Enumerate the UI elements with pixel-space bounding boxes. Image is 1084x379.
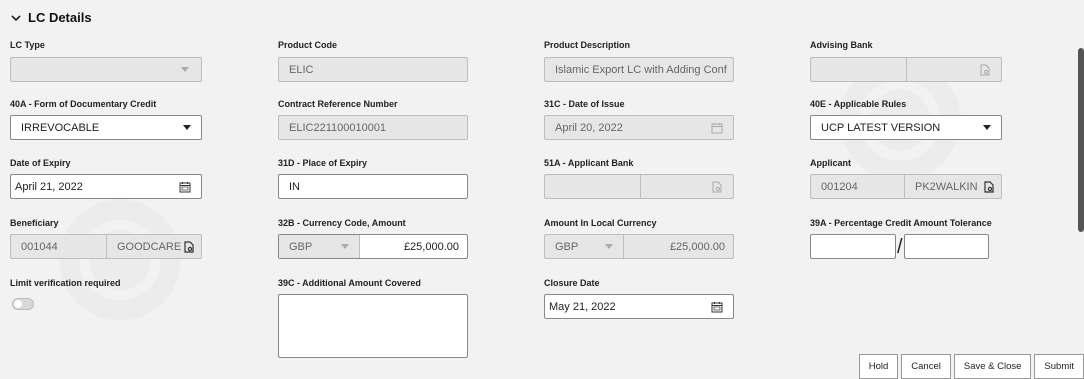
date-of-issue-field: April 20, 2022 (544, 115, 734, 140)
applicant-label: Applicant (810, 158, 852, 168)
closure-date-label: Closure Date (544, 278, 600, 288)
currency-amount-field[interactable]: GBP £25,000.00 (278, 234, 468, 259)
currency-value: GBP (289, 240, 313, 253)
applicant-name: PK2WALKIN (905, 175, 1001, 198)
place-of-expiry-label: 31D - Place of Expiry (278, 158, 368, 168)
action-bar: Hold Cancel Save & Close Submit (856, 354, 1084, 379)
product-description-value: Islamic Export LC with Adding Conf (555, 63, 727, 76)
date-of-expiry-value: April 21, 2022 (15, 180, 83, 193)
chevron-down-icon (181, 67, 189, 72)
lookup-icon[interactable] (979, 64, 991, 76)
scrollbar[interactable] (1078, 48, 1084, 232)
applicant-id-value: 001204 (821, 180, 858, 193)
calendar-icon (711, 122, 723, 133)
section-title: LC Details (28, 10, 92, 25)
contract-ref-field: ELIC221100010001 (278, 115, 468, 140)
chevron-down-icon (341, 244, 349, 249)
currency-select[interactable]: GBP (279, 235, 359, 258)
tolerance-separator: / (897, 236, 903, 258)
beneficiary-id-value: 001044 (21, 240, 58, 253)
place-of-expiry-value: IN (289, 180, 300, 193)
currency-amount-label: 32B - Currency Code, Amount (278, 218, 406, 228)
advising-bank-label: Advising Bank (810, 40, 873, 50)
lookup-icon[interactable] (983, 180, 995, 193)
beneficiary-name-value: GOODCARE (117, 240, 182, 253)
local-amount-value-box: £25,000.00 (624, 235, 733, 258)
amount-value: £25,000.00 (403, 240, 459, 253)
lookup-icon[interactable] (183, 240, 195, 253)
applicant-field: 001204 PK2WALKIN (810, 174, 1002, 199)
product-code-label: Product Code (278, 40, 338, 50)
applicable-rules-value: UCP LATEST VERSION (821, 121, 941, 134)
product-description-field: Islamic Export LC with Adding Conf (544, 57, 734, 82)
additional-amount-textarea[interactable] (278, 294, 468, 358)
product-description-label: Product Description (544, 40, 631, 50)
local-amount-label: Amount In Local Currency (544, 218, 657, 228)
product-code-field: ELIC (278, 57, 468, 82)
applicant-bank-field (544, 174, 734, 199)
applicant-bank-label: 51A - Applicant Bank (544, 158, 634, 168)
closure-date-value: May 21, 2022 (549, 300, 616, 313)
tolerance-label: 39A - Percentage Credit Amount Tolerance (810, 218, 992, 228)
submit-button[interactable]: Submit (1034, 354, 1084, 379)
beneficiary-field: 001044 GOODCARE (10, 234, 202, 259)
limit-verification-label: Limit verification required (10, 278, 121, 288)
tolerance-plus-input[interactable] (810, 234, 896, 259)
applicant-bank-id (545, 175, 640, 198)
advising-bank-field (810, 57, 1002, 82)
lc-type-select[interactable] (10, 57, 202, 82)
applicant-id: 001204 (811, 175, 904, 198)
chevron-down-icon (11, 14, 21, 21)
form-of-credit-label: 40A - Form of Documentary Credit (10, 99, 157, 109)
product-code-value: ELIC (289, 63, 314, 76)
applicant-bank-name (641, 175, 733, 198)
save-close-button[interactable]: Save & Close (953, 354, 1032, 379)
place-of-expiry-input[interactable]: IN (278, 174, 468, 199)
amount-input[interactable]: £25,000.00 (360, 235, 467, 258)
calendar-icon[interactable] (179, 181, 191, 193)
local-currency-value: GBP (555, 240, 579, 253)
contract-ref-label: Contract Reference Number (278, 99, 398, 109)
additional-amount-label: 39C - Additional Amount Covered (278, 278, 421, 288)
date-of-issue-value: April 20, 2022 (555, 121, 623, 134)
advising-bank-name (907, 58, 1001, 81)
local-currency-select: GBP (545, 235, 623, 258)
advising-bank-id (811, 58, 906, 81)
tolerance-minus-input[interactable] (904, 234, 989, 259)
date-of-issue-label: 31C - Date of Issue (544, 99, 625, 109)
beneficiary-label: Beneficiary (10, 218, 59, 228)
beneficiary-id: 001044 (11, 235, 106, 258)
applicable-rules-label: 40E - Applicable Rules (810, 99, 907, 109)
applicable-rules-select[interactable]: UCP LATEST VERSION (810, 115, 1002, 140)
local-amount-field: GBP £25,000.00 (544, 234, 734, 259)
lc-type-label: LC Type (10, 40, 45, 50)
contract-ref-value: ELIC221100010001 (289, 121, 387, 134)
calendar-icon[interactable] (711, 301, 723, 313)
form-of-credit-value: IRREVOCABLE (21, 121, 100, 134)
chevron-down-icon (605, 244, 613, 249)
section-header-lc-details[interactable]: LC Details (10, 10, 92, 25)
closure-date-field[interactable]: May 21, 2022 (544, 294, 734, 319)
date-of-expiry-label: Date of Expiry (10, 158, 71, 168)
lookup-icon[interactable] (711, 181, 723, 193)
applicant-name-value: PK2WALKIN (915, 180, 978, 193)
chevron-down-icon (983, 125, 991, 130)
beneficiary-name: GOODCARE (107, 235, 201, 258)
chevron-down-icon (183, 125, 191, 130)
limit-verification-toggle[interactable] (12, 298, 34, 310)
hold-button[interactable]: Hold (858, 354, 899, 379)
cancel-button[interactable]: Cancel (901, 354, 951, 379)
date-of-expiry-field[interactable]: April 21, 2022 (10, 174, 202, 199)
local-amount-value: £25,000.00 (669, 240, 725, 253)
form-of-credit-select[interactable]: IRREVOCABLE (10, 115, 202, 140)
